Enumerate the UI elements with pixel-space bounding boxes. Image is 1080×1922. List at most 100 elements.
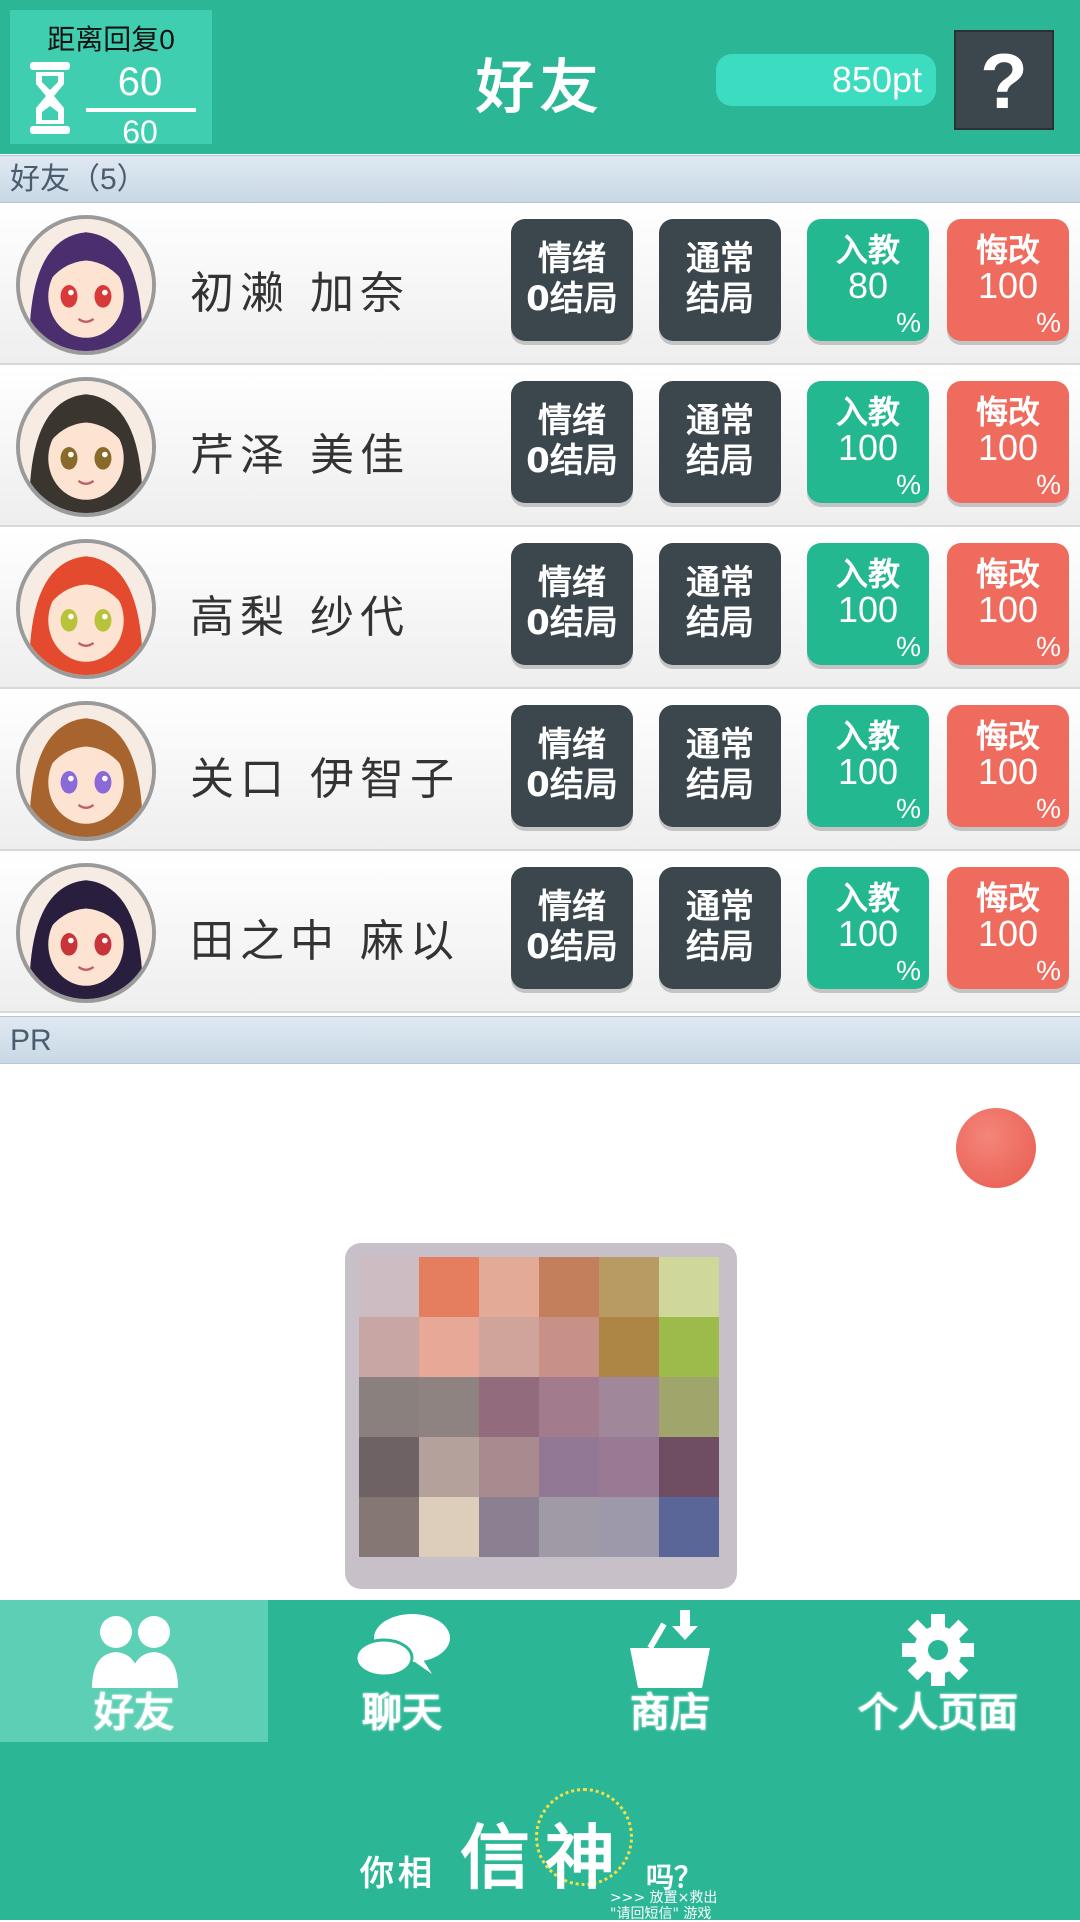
logo-text-god: 神 [545,1817,615,1899]
normal-ending-label: 通常 [686,887,754,927]
emotion-ending-label: 情绪 [538,401,606,441]
portrait-illustration [20,705,152,837]
normal-ending-label-2: 结局 [686,279,754,319]
mosaic-cell [599,1257,659,1317]
repent-button[interactable]: 悔改 100 % [947,867,1069,989]
emotion-ending-button[interactable]: 情绪 0结局 [511,867,633,989]
friend-avatar[interactable] [16,215,156,355]
join-percent-sign: % [896,631,921,662]
emotion-ending-button[interactable]: 情绪 0结局 [511,705,633,827]
mosaic-cell [539,1437,599,1497]
page-title: 好友 [475,53,604,121]
mosaic-cell [479,1317,539,1377]
repent-button[interactable]: 悔改 100 % [947,543,1069,665]
normal-ending-button[interactable]: 通常 结局 [659,705,781,827]
top-bar: 距离回复0 60 60 好友 850pt ? [0,0,1080,154]
logo-text-believe: 信 [460,1817,530,1899]
friend-avatar[interactable] [16,701,156,841]
stamina-recovery-label: 距离回复0 [47,24,175,55]
mosaic-cell [419,1377,479,1437]
shop-basket-icon [630,1610,710,1688]
repent-value: 100 [977,751,1039,792]
emotion-ending-label: 情绪 [538,725,606,765]
mosaic-cell [659,1497,719,1557]
friend-avatar[interactable] [16,539,156,679]
repent-button[interactable]: 悔改 100 % [947,705,1069,827]
emotion-ending-count: 0结局 [526,603,618,643]
mosaic-cell [539,1317,599,1377]
normal-ending-button[interactable]: 通常 结局 [659,867,781,989]
mosaic-cell [539,1377,599,1437]
emotion-ending-label: 情绪 [538,239,606,279]
join-religion-button[interactable]: 入教 100 % [807,543,929,665]
join-religion-button[interactable]: 入教 100 % [807,867,929,989]
friend-row[interactable]: 关口 伊智子 情绪 0结局 通常 结局 入教 100 % 悔改 100 % [0,691,1080,851]
friend-name: 关口 伊智子 [190,754,460,805]
tab-shop[interactable]: 商店 [536,1600,804,1742]
repent-value: 100 [977,265,1039,306]
bottom-tab-bar: 好友 聊天 商店 个人页面 [0,1600,1080,1742]
tab-friends[interactable]: 好友 [0,1600,268,1742]
mosaic-cell [479,1257,539,1317]
mosaic-cell [659,1437,719,1497]
tab-shop-label: 商店 [630,1690,710,1736]
tab-chat[interactable]: 聊天 [268,1600,536,1742]
join-religion-button[interactable]: 入教 100 % [807,705,929,827]
normal-ending-button[interactable]: 通常 结局 [659,219,781,341]
mosaic-cell [659,1317,719,1377]
friends-icon [92,1616,178,1688]
repent-percent-sign: % [1036,631,1061,662]
stamina-panel: 距离回复0 60 60 [10,10,212,150]
join-value: 100 [837,589,899,630]
help-button[interactable]: ? [954,30,1054,130]
friend-row[interactable]: 田之中 麻以 情绪 0结局 通常 结局 入教 100 % 悔改 100 % [0,853,1080,1013]
mosaic-cell [479,1437,539,1497]
normal-ending-button[interactable]: 通常 结局 [659,543,781,665]
normal-ending-label-2: 结局 [686,927,754,967]
mosaic-cell [479,1497,539,1557]
emotion-ending-label: 情绪 [538,887,606,927]
emotion-ending-button[interactable]: 情绪 0结局 [511,219,633,341]
friend-name: 高梨 纱代 [190,592,410,643]
emotion-ending-label: 情绪 [538,563,606,603]
join-religion-button[interactable]: 入教 100 % [807,381,929,503]
pr-ad-image[interactable] [345,1243,737,1589]
emotion-ending-count: 0结局 [526,765,618,805]
friend-avatar[interactable] [16,863,156,1003]
normal-ending-button[interactable]: 通常 结局 [659,381,781,503]
friend-row[interactable]: 芹泽 美佳 情绪 0结局 通常 结局 入教 100 % 悔改 100 % [0,367,1080,527]
normal-ending-label: 通常 [686,563,754,603]
join-value: 100 [837,427,899,468]
mosaic-cell [359,1437,419,1497]
notification-dot[interactable] [956,1108,1036,1188]
emotion-ending-button[interactable]: 情绪 0结局 [511,381,633,503]
stamina-max: 60 [122,114,158,150]
emotion-ending-button[interactable]: 情绪 0结局 [511,543,633,665]
normal-ending-label: 通常 [686,239,754,279]
mosaic-cell [599,1317,659,1377]
pr-section-header: PR [0,1016,1080,1064]
join-value: 100 [837,751,899,792]
join-religion-button[interactable]: 入教 80 % [807,219,929,341]
friend-row[interactable]: 初濑 加奈 情绪 0结局 通常 结局 入教 80 % 悔改 100 % [0,205,1080,365]
friend-name: 芹泽 美佳 [190,430,410,481]
logo-subtitle-1: >>> 放置×救出 [610,1890,718,1906]
logo-subtitle: >>> 放置×救出 "请回短信" 游戏 [610,1890,717,1922]
portrait-illustration [20,219,152,351]
mosaic-cell [599,1437,659,1497]
friend-row[interactable]: 高梨 纱代 情绪 0结局 通常 结局 入教 100 % 悔改 100 % [0,529,1080,689]
emotion-ending-count: 0结局 [526,441,618,481]
hourglass-icon [30,62,70,134]
repent-button[interactable]: 悔改 100 % [947,219,1069,341]
repent-value: 100 [977,427,1039,468]
mosaic-cell [539,1257,599,1317]
portrait-illustration [20,867,152,999]
repent-button[interactable]: 悔改 100 % [947,381,1069,503]
join-percent-sign: % [896,469,921,500]
friend-avatar[interactable] [16,377,156,517]
emotion-ending-count: 0结局 [526,279,618,319]
mosaic-cell [359,1497,419,1557]
tab-profile[interactable]: 个人页面 [804,1600,1072,1742]
mosaic-cell [419,1257,479,1317]
friends-section-header: 好友（5） [0,155,1080,203]
